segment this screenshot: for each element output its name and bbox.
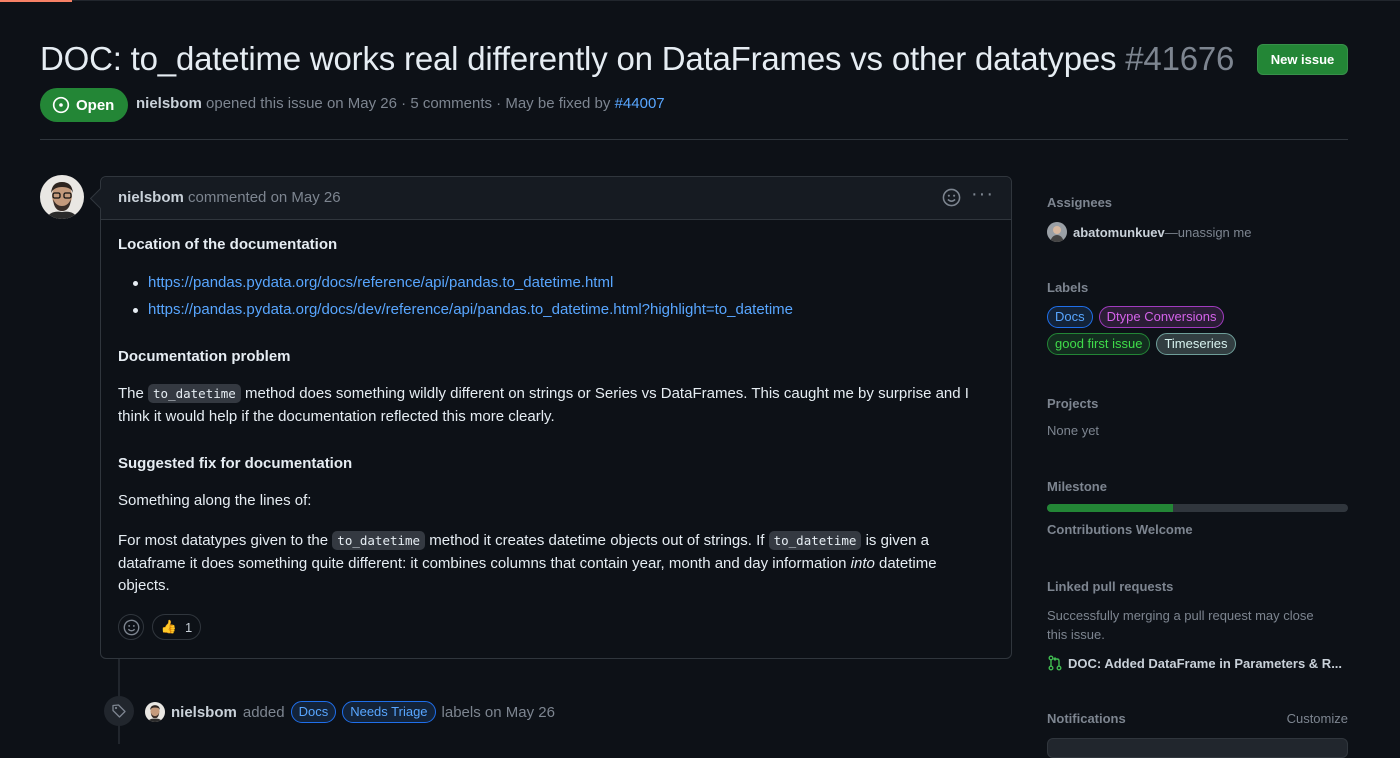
label-needs-triage[interactable]: Needs Triage <box>342 701 436 723</box>
reactions-bar: 👍 1 <box>118 614 201 640</box>
sidebar-projects: Projects None yet <box>1047 396 1348 438</box>
emphasis: into <box>850 554 875 572</box>
label-docs[interactable]: Docs <box>1047 306 1093 328</box>
comment-author-avatar[interactable] <box>40 175 84 219</box>
comment-author[interactable]: nielsbom <box>118 189 184 206</box>
assignees-title[interactable]: Assignees <box>1047 195 1348 210</box>
sidebar-notifications: Notifications Customize <box>1047 711 1348 726</box>
paragraph-problem: The to_datetime method does something wi… <box>118 383 988 428</box>
reaction-count: 1 <box>184 619 193 635</box>
label-dtype-conversions[interactable]: Dtype Conversions <box>1098 306 1225 328</box>
pull-request-icon <box>1048 655 1062 671</box>
new-issue-button[interactable]: New issue <box>1257 44 1348 75</box>
label-timeseries[interactable]: Timeseries <box>1156 333 1236 355</box>
label-event: nielsbom added Docs Needs Triage labels … <box>145 701 555 723</box>
sidebar-labels: Labels Docs Dtype Conversions good first… <box>1047 280 1348 355</box>
issue-meta: nielsbom opened this issue on May 26 · 5… <box>136 95 665 112</box>
tag-icon <box>112 704 126 718</box>
event-suffix: labels on May 26 <box>441 703 555 721</box>
customize-link[interactable]: Customize <box>1287 711 1348 726</box>
event-actor[interactable]: nielsbom <box>171 704 237 721</box>
issue-title: DOC: to_datetime works real differently … <box>40 38 1234 80</box>
doc-link-1[interactable]: https://pandas.pydata.org/docs/reference… <box>148 274 613 291</box>
top-border <box>0 0 1400 1</box>
sidebar-milestone: Milestone Contributions Welcome <box>1047 479 1348 537</box>
issue-meta-text: opened this issue on May 26 · 5 comments… <box>206 95 611 112</box>
more-options-button[interactable]: ··· <box>971 183 994 206</box>
person-avatar-icon <box>145 702 165 722</box>
inline-code: to_datetime <box>148 384 241 403</box>
milestone-progress-fill <box>1047 504 1174 512</box>
text-span: method does something wildly different o… <box>118 385 969 425</box>
text-span: For most datatypes given to the <box>118 532 329 549</box>
unassign-link[interactable]: —unassign me <box>1165 225 1252 240</box>
fix-pr-link[interactable]: #44007 <box>615 95 665 112</box>
issue-number: #41676 <box>1125 40 1235 77</box>
event-action: added <box>242 703 285 721</box>
add-reaction-button[interactable] <box>118 614 144 640</box>
issue-state-text: Open <box>76 96 115 114</box>
linked-pr-title[interactable]: DOC: Added DataFrame in Parameters & R..… <box>1068 656 1342 671</box>
issue-open-icon <box>52 96 70 114</box>
labels-title[interactable]: Labels <box>1047 280 1348 295</box>
paragraph-suggestion: For most datatypes given to the to_datet… <box>118 530 988 598</box>
issue-comment: nielsbom commented on May 26 ··· Locatio… <box>100 176 1012 659</box>
projects-value: None yet <box>1047 423 1100 438</box>
projects-title[interactable]: Projects <box>1047 396 1348 411</box>
thumbs-up-icon: 👍 <box>160 619 177 634</box>
header-divider <box>40 139 1348 140</box>
issue-state-badge: Open <box>40 88 129 122</box>
comment-date[interactable]: commented on May 26 <box>188 189 341 206</box>
label-docs[interactable]: Docs <box>290 701 337 723</box>
label-event-badge <box>104 696 134 726</box>
event-actor-avatar[interactable] <box>145 702 165 722</box>
assignee-name[interactable]: abatomunkuev <box>1073 225 1165 240</box>
text-span: method it creates datetime objects out o… <box>429 532 765 549</box>
sidebar-assignees: Assignees abatomunkuev —unassign me <box>1047 195 1348 242</box>
linked-prs-description: Successfully merging a pull request may … <box>1047 608 1314 642</box>
add-reaction-icon[interactable] <box>942 188 961 207</box>
labels-row-2: good first issue Timeseries <box>1047 333 1348 355</box>
inline-code: to_datetime <box>332 531 426 550</box>
assignee-avatar[interactable] <box>1047 222 1067 242</box>
milestone-name[interactable]: Contributions Welcome <box>1047 522 1348 537</box>
comment-header: nielsbom commented on May 26 ··· <box>101 177 1011 220</box>
heading-fix: Suggested fix for documentation <box>118 455 353 472</box>
bullet-dot <box>133 281 138 286</box>
paragraph-lines-of: Something along the lines of: <box>118 492 312 509</box>
issue-title-text: DOC: to_datetime works real differently … <box>40 40 1117 77</box>
milestone-progress-bar <box>1047 504 1348 512</box>
text-span: The <box>118 385 144 402</box>
inline-code: to_datetime <box>768 531 862 550</box>
labels-row-1: Docs Dtype Conversions <box>1047 306 1348 328</box>
heading-location: Location of the documentation <box>118 236 338 253</box>
smiley-icon <box>123 619 139 635</box>
linked-prs-title: Linked pull requests <box>1047 579 1174 594</box>
comment-byline: nielsbom commented on May 26 <box>118 189 341 206</box>
bullet-dot <box>133 308 138 313</box>
sidebar-linked-prs: Linked pull requests Successfully mergin… <box>1047 579 1348 644</box>
person-avatar-icon <box>1047 222 1067 242</box>
person-avatar-icon <box>40 175 84 219</box>
issue-author-link[interactable]: nielsbom <box>136 95 202 112</box>
heading-problem: Documentation problem <box>118 348 291 365</box>
thumbs-up-reaction[interactable]: 👍 1 <box>152 614 201 640</box>
assignee-row: abatomunkuev —unassign me <box>1047 222 1348 242</box>
linked-pr-item[interactable]: DOC: Added DataFrame in Parameters & R..… <box>1047 655 1342 671</box>
milestone-title[interactable]: Milestone <box>1047 479 1348 494</box>
label-good-first-issue[interactable]: good first issue <box>1047 333 1151 355</box>
top-accent-bar <box>0 0 72 2</box>
subscribe-button[interactable] <box>1047 738 1348 758</box>
doc-link-2[interactable]: https://pandas.pydata.org/docs/dev/refer… <box>148 301 793 318</box>
